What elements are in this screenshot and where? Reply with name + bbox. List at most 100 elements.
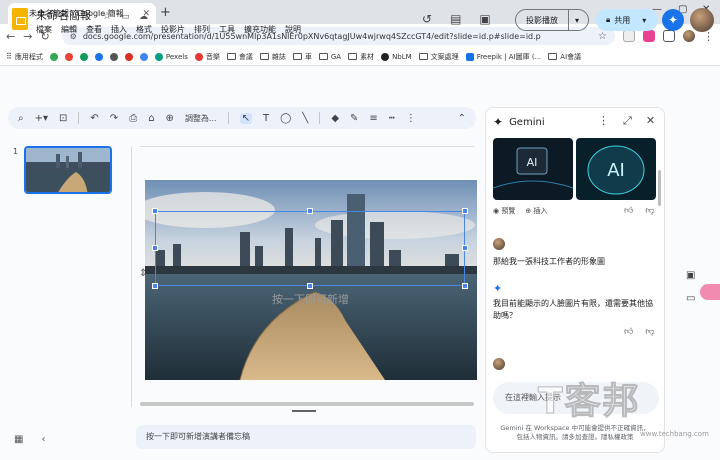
gemini-more-icon[interactable]: ⋮ [598,114,609,128]
resize-handle[interactable] [152,245,158,251]
bookmark-ai-meeting[interactable]: AI會議 [548,52,581,62]
speaker-notes[interactable]: 按一下即可新增演講者備忘稿 [136,425,476,449]
bookmark-meeting[interactable]: 會議 [226,52,253,62]
new-slide-icon[interactable]: +▾ [35,113,48,124]
thumbs-up-icon[interactable]: 👍︎ [624,327,633,337]
resize-handle[interactable] [152,208,158,214]
grid-view-icon[interactable]: ▦ [14,434,23,445]
meet-icon[interactable]: ▣ [479,12,490,26]
menu-edit[interactable]: 編輯 [61,24,77,35]
gemini-scrollbar[interactable] [658,170,661,206]
horizontal-scrollbar[interactable] [140,402,474,406]
insert-action[interactable]: ⊕ 插入 [525,206,547,216]
move-folder-icon[interactable]: ▭ [121,12,130,22]
subtitle-placeholder[interactable]: 按一下即可新增 [272,291,349,307]
preview-action[interactable]: ◉ 預覽 [493,206,515,216]
more-icon[interactable]: ⋮ [406,113,416,124]
shape-icon[interactable]: ◯ [280,113,291,124]
menu-arrange[interactable]: 排列 [194,24,210,35]
bookmark-infinity-icon[interactable] [109,52,118,61]
keep-notes-icon[interactable]: ▣ [686,270,695,281]
extensions-puzzle-icon[interactable] [663,30,675,42]
present-dropdown-icon[interactable]: ▾ [569,16,585,25]
doc-title-group[interactable]: 未命名簡報 ☆ ▭ ☁ [36,7,148,23]
bookmark-red-icon[interactable] [64,52,73,61]
history-icon[interactable]: ↺ [422,12,432,26]
bookmark-s-icon[interactable] [139,52,148,61]
back-icon[interactable]: ← [6,30,15,43]
search-menus-icon[interactable]: ⌕ [18,113,24,124]
resize-handle[interactable] [462,245,468,251]
text-box-icon[interactable]: T [263,113,269,124]
bookmark-green-icon[interactable] [49,52,58,61]
new-tab-icon[interactable]: + [160,5,171,20]
bookmark-nblm[interactable]: NbLM [381,52,412,61]
zoom-icon[interactable]: ⊕ [166,113,174,124]
extension-search-icon[interactable] [623,30,635,42]
border-dash-icon[interactable]: ┅ [389,113,395,124]
floating-pink-badge[interactable] [700,284,720,300]
select-cursor-icon[interactable]: ↖ [239,112,252,124]
share-button[interactable]: 🔒︎ 共用 ▾ [596,9,658,31]
resize-handle[interactable] [307,283,313,289]
menu-slide[interactable]: 投影片 [161,24,185,35]
collapse-filmstrip-icon[interactable]: ‹ [41,434,45,445]
thumbs-up-icon[interactable]: 👍︎ [624,206,633,216]
bookmark-chart-icon[interactable] [124,52,133,61]
bookmark-car[interactable]: 車 [292,52,312,62]
ai-generated-image-1[interactable]: AI [493,138,573,200]
present-button[interactable]: 投影播放 ▾ [515,9,589,31]
share-dropdown-icon[interactable]: ▾ [642,16,646,25]
menu-help[interactable]: 說明 [285,24,301,35]
bookmark-magazine[interactable]: 雜誌 [259,52,286,62]
zoom-select[interactable]: 調整為... [185,113,217,124]
comments-icon[interactable]: ▤ [450,12,461,26]
bookmark-pexels[interactable]: Pexels [154,52,188,61]
menu-tools[interactable]: 工具 [219,24,235,35]
slide-thumbnail[interactable] [24,146,112,194]
notes-resize-handle[interactable] [292,410,316,412]
bookmark-star-icon[interactable]: ☆ [598,31,607,42]
resize-handle[interactable] [462,208,468,214]
menu-insert[interactable]: 插入 [111,24,127,35]
bookmark-assets[interactable]: 素材 [348,52,374,62]
title-placeholder-selection[interactable] [152,208,468,289]
bookmark-ga[interactable]: GA [318,53,341,61]
doc-title[interactable]: 未命名簡報 [36,9,91,22]
bookmark-apps[interactable]: ⠿ 應用程式 [6,52,43,62]
border-weight-icon[interactable]: ≡ [369,113,377,124]
menu-view[interactable]: 查看 [86,24,102,35]
resize-handle[interactable] [307,208,313,214]
menu-extensions[interactable]: 擴充功能 [244,24,276,35]
fill-color-icon[interactable]: ◆ [331,113,339,124]
bookmark-music[interactable]: 音樂 [194,52,220,62]
resize-handle[interactable] [152,283,158,289]
redo-icon[interactable]: ↷ [110,113,118,124]
profile-avatar[interactable] [683,30,695,42]
gemini-expand-icon[interactable]: ⤢ [623,114,632,128]
line-icon[interactable]: ╲ [302,113,308,124]
present-label[interactable]: 投影播放 [516,10,569,30]
thumbs-down-icon[interactable]: 👎︎ [645,327,654,337]
ai-generated-image-2[interactable]: AI [576,138,656,200]
menu-format[interactable]: 格式 [136,24,152,35]
paint-format-icon[interactable]: ⌂ [148,113,154,124]
bookmark-teal-icon[interactable] [79,52,88,61]
folder-icon[interactable]: ▭ [686,293,695,304]
slides-logo-icon[interactable] [12,8,28,30]
undo-icon[interactable]: ↶ [90,113,98,124]
bookmark-copywriting[interactable]: 文案處理 [418,52,459,62]
account-avatar[interactable] [690,8,714,32]
gemini-close-icon[interactable]: ✕ [646,114,655,128]
layout-icon[interactable]: ⊡ [59,113,67,124]
resize-handle[interactable] [462,283,468,289]
forward-icon[interactable]: → [23,30,32,43]
extension-pink-icon[interactable] [643,30,655,42]
collapse-toolbar-icon[interactable]: ⌃ [458,113,466,124]
print-icon[interactable]: ⎙ [129,113,137,124]
gemini-sparkle-button[interactable]: ✦ [662,9,684,31]
bookmark-blue-icon[interactable] [94,52,103,61]
bookmark-freepik[interactable]: Freepik | AI圖庫 (... [465,52,541,62]
star-icon[interactable]: ☆ [103,11,112,22]
thumbs-down-icon[interactable]: 👎︎ [645,206,654,216]
